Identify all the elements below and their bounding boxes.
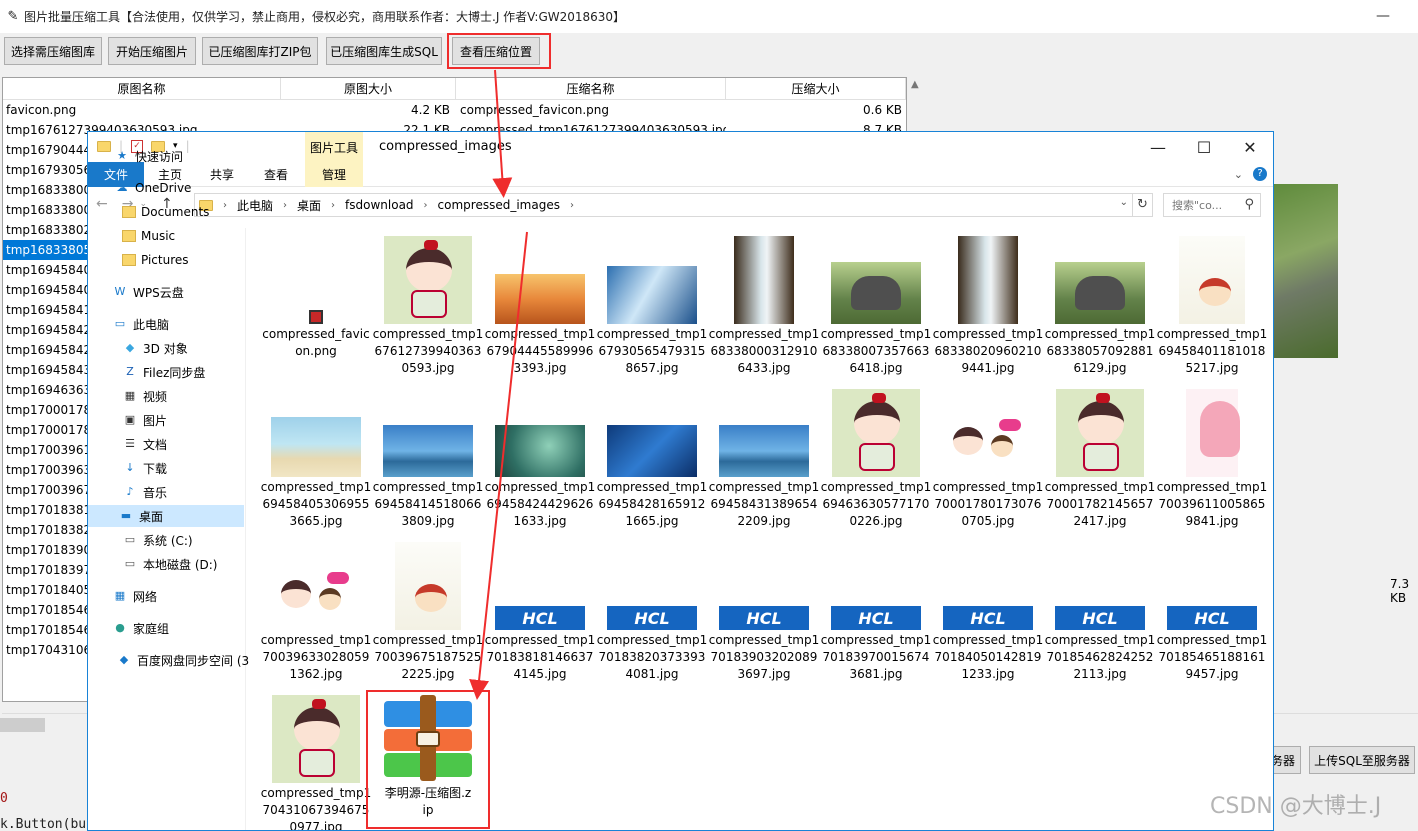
watermark: CSDN @大博士.J xyxy=(1210,794,1382,819)
arrow-to-zip xyxy=(469,231,528,700)
arrow-to-folder xyxy=(492,69,513,198)
annotation-arrows xyxy=(469,69,528,700)
